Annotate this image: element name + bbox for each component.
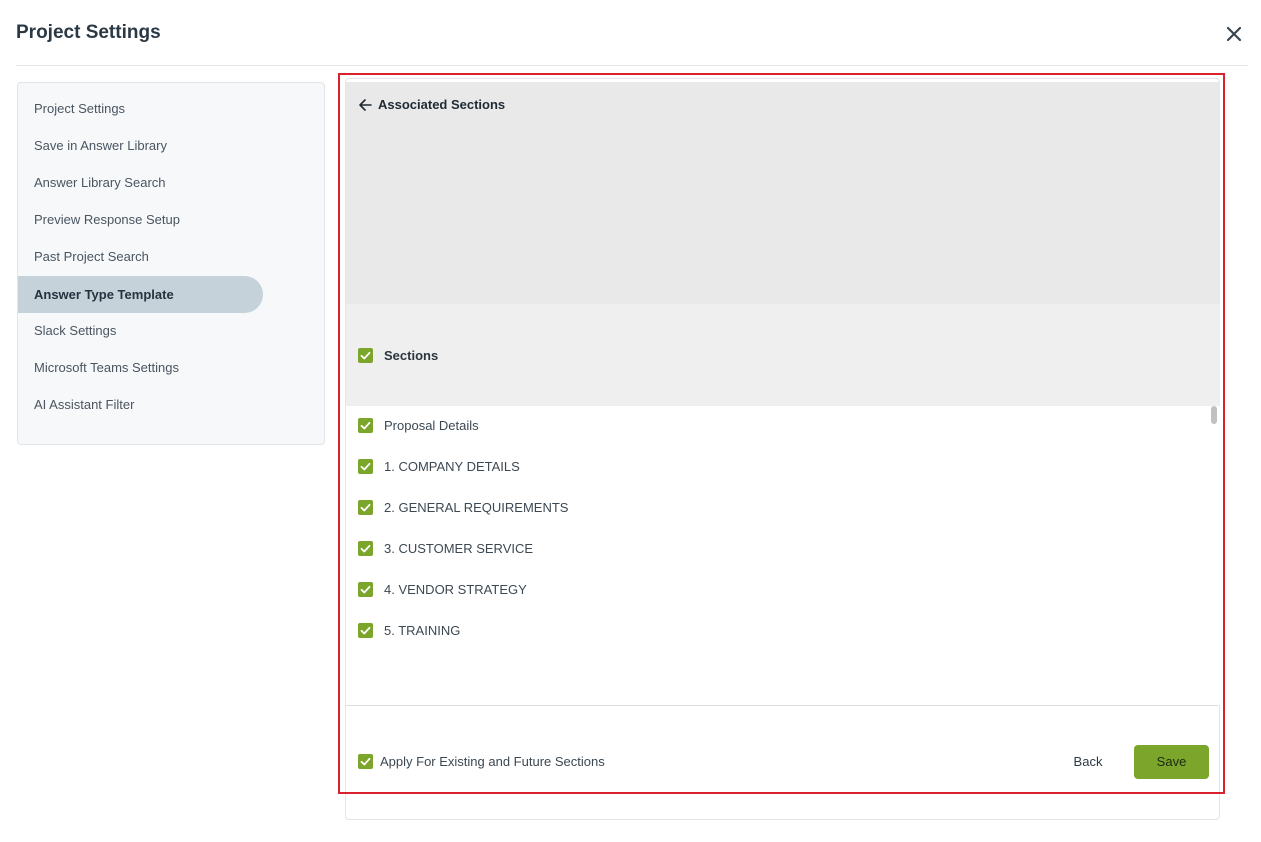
footer-divider — [346, 705, 1218, 706]
sidebar-item-ai-assistant-filter[interactable]: AI Assistant Filter — [18, 386, 263, 423]
list-scrollbar[interactable] — [1211, 406, 1217, 424]
sections-select-all-checkbox[interactable] — [358, 348, 373, 363]
section-label: 4. VENDOR STRATEGY — [384, 582, 527, 597]
back-button[interactable]: Back — [1058, 745, 1118, 779]
sidebar-item-answer-library-search[interactable]: Answer Library Search — [18, 164, 263, 201]
sidebar-item-past-project-search[interactable]: Past Project Search — [18, 238, 263, 275]
apply-all-label: Apply For Existing and Future Sections — [380, 754, 605, 769]
sections-header-row: Sections — [346, 304, 1220, 406]
section-checkbox-company-details[interactable] — [358, 459, 373, 474]
section-checkbox-proposal-details[interactable] — [358, 418, 373, 433]
section-label: 1. COMPANY DETAILS — [384, 459, 520, 474]
associated-sections-title: Associated Sections — [378, 97, 506, 112]
section-label: 2. GENERAL REQUIREMENTS — [384, 500, 569, 515]
section-checkbox-training[interactable] — [358, 623, 373, 638]
section-checkbox-general-requirements[interactable] — [358, 500, 373, 515]
arrow-left-icon[interactable] — [358, 98, 372, 112]
section-checkbox-customer-service[interactable] — [358, 541, 373, 556]
sidebar-item-project-settings[interactable]: Project Settings — [18, 90, 263, 127]
section-checkbox-vendor-strategy[interactable] — [358, 582, 373, 597]
section-label: 3. CUSTOMER SERVICE — [384, 541, 534, 556]
section-label: Proposal Details — [384, 418, 479, 433]
close-icon[interactable] — [1224, 24, 1244, 44]
modal-title: Project Settings — [16, 22, 161, 43]
sidebar-item-save-in-answer-library[interactable]: Save in Answer Library — [18, 127, 263, 164]
save-button[interactable]: Save — [1134, 745, 1209, 779]
sections-list: Proposal Details 1. COMPANY DETAILS 2. G… — [346, 406, 1220, 705]
section-label: 5. TRAINING — [384, 623, 461, 638]
sidebar-item-microsoft-teams-settings[interactable]: Microsoft Teams Settings — [18, 349, 263, 386]
apply-all-checkbox[interactable] — [358, 754, 373, 769]
modal-header: Project Settings — [16, 0, 1248, 66]
sections-header-label: Sections — [384, 348, 439, 363]
sidebar-item-slack-settings[interactable]: Slack Settings — [18, 312, 263, 349]
settings-sidebar: Project Settings Save in Answer Library … — [17, 82, 325, 445]
sidebar-item-answer-type-template[interactable]: Answer Type Template — [18, 276, 263, 313]
sidebar-item-preview-response-setup[interactable]: Preview Response Setup — [18, 201, 263, 238]
associated-sections-header: Associated Sections — [346, 82, 1220, 304]
